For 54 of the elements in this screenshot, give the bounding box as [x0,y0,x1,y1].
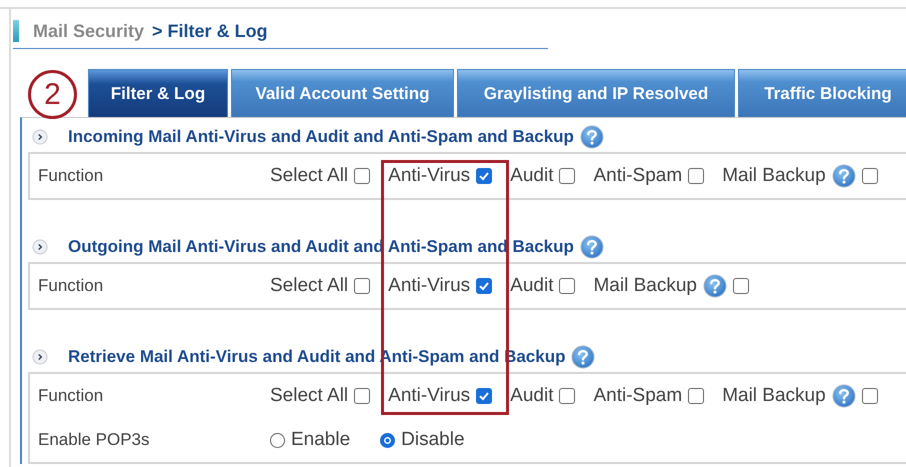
help-icon[interactable] [702,274,727,298]
field-label: Enable POP3s [37,430,151,450]
breadcrumb-current: > Filter & Log [152,20,268,42]
checkbox[interactable] [354,278,370,294]
help-icon[interactable] [832,164,856,188]
checkbox[interactable] [354,388,370,404]
checkbox-label: Select All [270,165,348,187]
checkbox-label: Anti-Virus [388,275,470,297]
step-number: 2 [28,70,77,119]
checkbox-label: Anti-Virus [388,165,470,187]
checkbox[interactable] [862,388,878,404]
radio-label: Enable [291,429,350,451]
checkbox[interactable] [732,278,749,294]
tab[interactable]: Valid Account Setting [231,69,454,117]
checkbox-label: Anti-Spam [593,385,682,407]
checkbox[interactable] [476,278,492,294]
checkbox-label: Select All [270,385,348,407]
checkbox-label: Audit [510,275,554,297]
checkbox-label: Mail Backup [722,385,826,407]
checkbox[interactable] [476,168,492,184]
checkbox-label: Anti-Spam [593,165,682,187]
radio-label: Disable [401,429,465,451]
help-icon[interactable] [580,125,604,149]
checkbox[interactable] [476,388,492,404]
help-icon[interactable] [571,345,596,369]
checkbox-label: Select All [270,275,348,297]
field-label: Function [37,166,104,186]
breadcrumb-parent[interactable]: Mail Security [33,20,144,42]
checkbox-label: Mail Backup [722,165,826,187]
field-label: Function [37,276,104,296]
field-label: Function [37,386,104,406]
checkbox[interactable] [688,168,704,184]
help-icon[interactable] [580,235,604,259]
checkbox-label: Audit [510,165,554,187]
checkbox[interactable] [354,168,370,184]
expand-icon[interactable] [32,239,48,255]
radio-button[interactable] [270,432,285,448]
checkbox-label: Mail Backup [593,275,697,297]
checkbox-label: Anti-Virus [388,385,470,407]
checkbox[interactable] [559,168,576,184]
tab[interactable]: Traffic Blocking [738,69,906,117]
tab[interactable]: Filter & Log [88,69,228,117]
section-title: Incoming Mail Anti-Virus and Audit and Anti-Spam and Backup [68,127,574,147]
tab[interactable]: Graylisting and IP Resolved [457,69,735,117]
header-marker [13,20,19,42]
checkbox[interactable] [688,388,704,404]
checkbox[interactable] [559,388,576,404]
checkbox[interactable] [559,278,576,294]
checkbox-label: Audit [510,385,554,407]
radio-button[interactable] [380,432,396,448]
expand-icon[interactable] [32,129,48,145]
checkbox[interactable] [862,168,878,184]
expand-icon[interactable] [32,349,48,365]
help-icon[interactable] [832,384,856,408]
